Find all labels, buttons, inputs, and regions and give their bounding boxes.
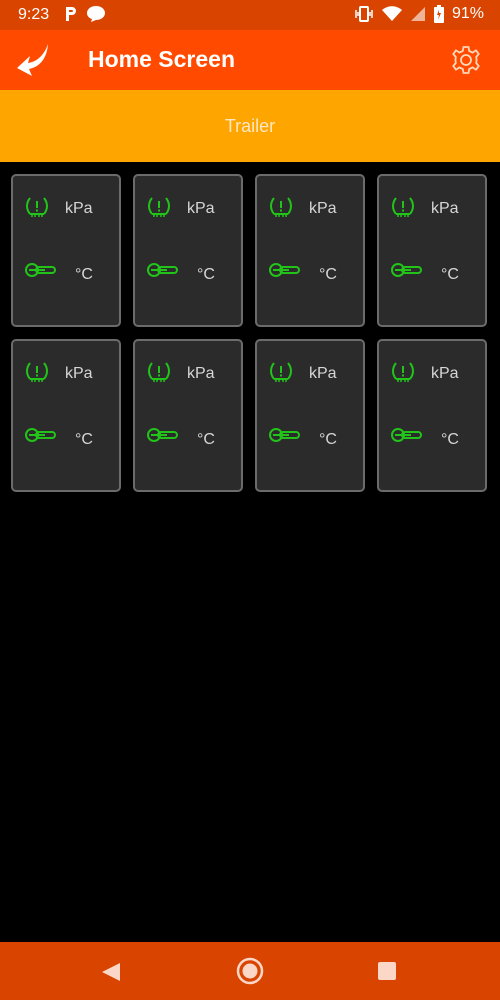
curved-back-arrow-icon[interactable]	[14, 42, 54, 78]
temperature-unit: °C	[75, 266, 93, 283]
temperature-unit: °C	[441, 266, 459, 283]
sensor-card[interactable]: kPa °C	[255, 174, 365, 327]
thermometer-icon	[391, 263, 422, 277]
sensor-card[interactable]: kPa °C	[377, 339, 487, 492]
battery-percent: 91%	[451, 5, 484, 22]
sensor-card[interactable]: kPa °C	[133, 339, 243, 492]
tire-pressure-warning-icon	[26, 197, 48, 217]
home-circle-icon[interactable]	[236, 957, 264, 985]
sensor-card[interactable]: kPa °C	[133, 174, 243, 327]
recents-square-icon[interactable]	[378, 962, 396, 980]
status-right: 91%	[354, 5, 484, 23]
sensor-card[interactable]: kPa °C	[377, 174, 487, 327]
navigation-bar	[0, 942, 500, 1000]
pressure-unit: kPa	[187, 200, 215, 217]
thermometer-icon	[147, 263, 178, 277]
tire-pressure-warning-icon	[26, 362, 48, 382]
tire-pressure-warning-icon	[392, 362, 414, 382]
wifi-icon	[381, 6, 402, 21]
thermometer-icon	[391, 428, 422, 442]
temperature-unit: °C	[197, 266, 215, 283]
signal-icon	[410, 7, 425, 21]
parking-icon	[66, 7, 76, 21]
status-left-icons	[64, 5, 106, 23]
page-title: Home Screen	[88, 46, 236, 72]
sensor-grid: kPa °C kPa °C kPa °C kPa °C kPa °C kPa °…	[11, 174, 489, 492]
thermometer-icon	[25, 428, 56, 442]
tire-pressure-warning-icon	[148, 197, 170, 217]
temperature-unit: °C	[197, 431, 215, 448]
section-title: Trailer	[224, 116, 276, 136]
sensor-card[interactable]: kPa °C	[11, 174, 121, 327]
pressure-unit: kPa	[65, 200, 93, 217]
pressure-unit: kPa	[187, 365, 215, 382]
sensor-card[interactable]: kPa °C	[11, 339, 121, 492]
thermometer-icon	[269, 263, 300, 277]
vibrate-icon	[355, 6, 373, 22]
pressure-unit: kPa	[431, 200, 459, 217]
thermometer-icon	[147, 428, 178, 442]
pressure-unit: kPa	[65, 365, 93, 382]
temperature-unit: °C	[441, 431, 459, 448]
thermometer-icon	[269, 428, 300, 442]
sensor-card[interactable]: kPa °C	[255, 339, 365, 492]
thermometer-icon	[25, 263, 56, 277]
screen: 9:23 91% Home Screen Trailer kPa °C kPa …	[0, 0, 500, 1000]
chat-bubble-icon	[87, 6, 105, 22]
section-header: Trailer	[0, 90, 500, 162]
tire-pressure-warning-icon	[148, 362, 170, 382]
pressure-unit: kPa	[309, 200, 337, 217]
pressure-unit: kPa	[309, 365, 337, 382]
status-time: 9:23	[18, 6, 50, 23]
temperature-unit: °C	[319, 431, 337, 448]
tire-pressure-warning-icon	[392, 197, 414, 217]
tire-pressure-warning-icon	[270, 197, 292, 217]
pressure-unit: kPa	[431, 365, 459, 382]
tire-pressure-warning-icon	[270, 362, 292, 382]
app-bar: Home Screen	[0, 30, 500, 90]
temperature-unit: °C	[75, 431, 93, 448]
temperature-unit: °C	[319, 266, 337, 283]
gear-icon[interactable]	[450, 44, 482, 76]
back-triangle-icon[interactable]	[100, 961, 122, 983]
status-bar: 9:23 91%	[0, 0, 500, 30]
battery-icon	[433, 5, 444, 23]
